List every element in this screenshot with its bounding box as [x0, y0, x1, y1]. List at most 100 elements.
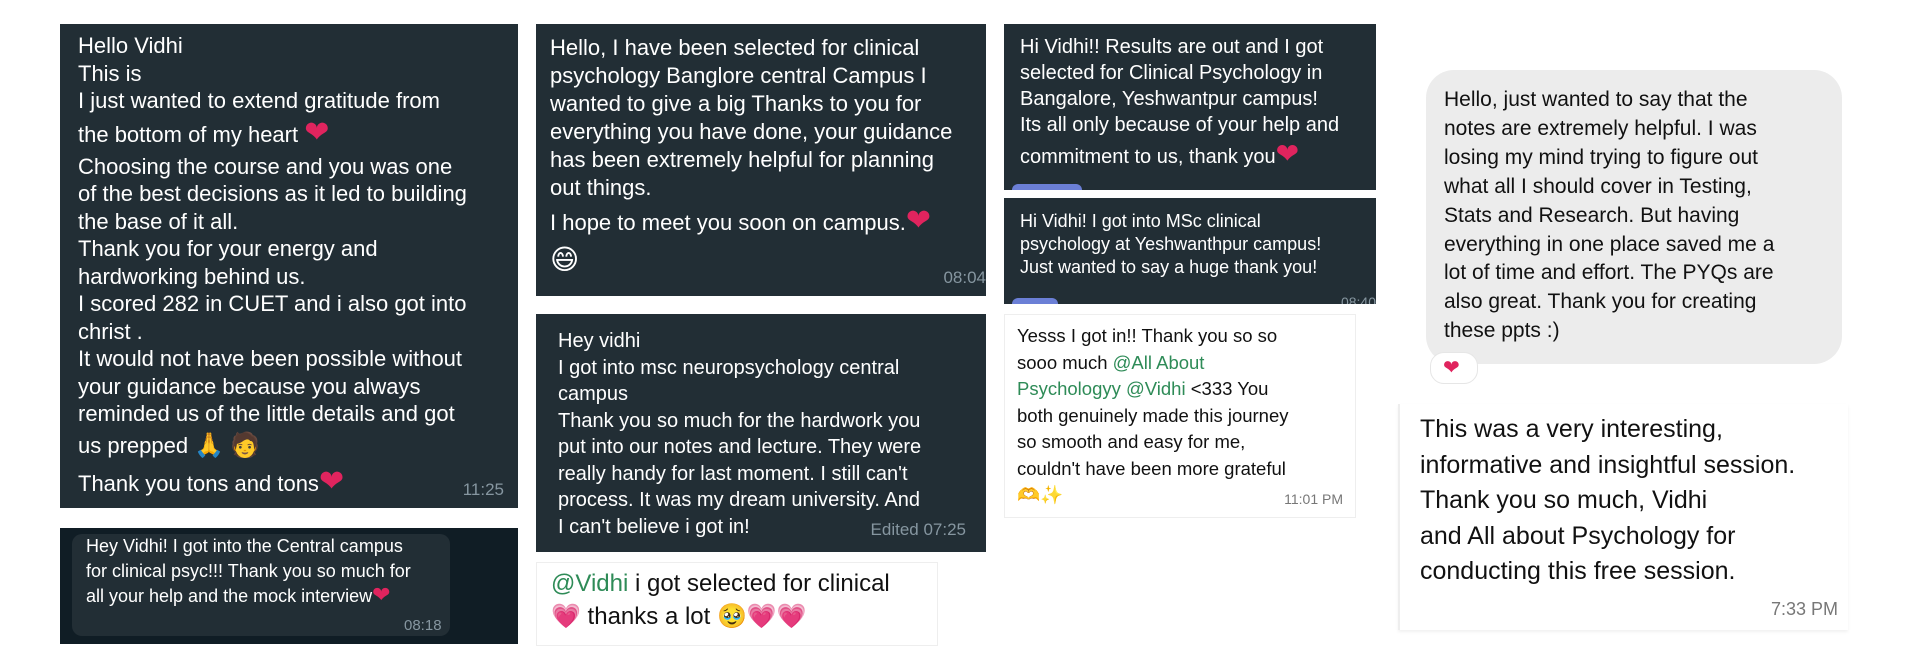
- grinning-face-icon: 😄: [550, 244, 580, 275]
- mention-link[interactable]: @All About: [1113, 352, 1205, 373]
- text-line: for clinical psyc!!! Thank you so much f…: [86, 560, 411, 581]
- text-line: It would not have been possible without: [78, 346, 463, 371]
- heart-icon: ❤: [318, 464, 345, 498]
- text-line: process. It was my dream university. And: [558, 489, 920, 511]
- text-line: i got selected for clinical: [628, 570, 890, 597]
- text-line: I got into msc neuropsychology central: [558, 356, 900, 379]
- pleading-face-icon: 🥹: [716, 603, 747, 630]
- text-line: Hey vidhi: [558, 330, 641, 352]
- message-text: Hi Vidhi! I got into MSc clinical psycho…: [1020, 210, 1321, 279]
- heart-hands-icon: 🫶: [1017, 484, 1041, 505]
- text-line: Hello Vidhi: [78, 33, 183, 58]
- text-line: Hi Vidhi! I got into MSc clinical: [1020, 211, 1261, 231]
- text-line: <333 You: [1185, 378, 1269, 399]
- text-line-wrap: all your help and the mock interview❤: [86, 582, 411, 609]
- message-card-7: Hi Vidhi! I got into MSc clinical psycho…: [1004, 198, 1376, 304]
- text-line: I just wanted to extend gratitude from: [78, 88, 440, 113]
- heart-icon: ❤: [905, 204, 932, 237]
- message-text: Yesss I got in!! Thank you so so sooo mu…: [1017, 323, 1289, 509]
- text-line-wrap: I hope to meet you soon on campus.❤: [550, 202, 952, 242]
- message-card-3: Hello, I have been selected for clinical…: [536, 24, 986, 296]
- message-card-9: Hello, just wanted to say that the notes…: [1426, 70, 1842, 364]
- message-card-4: Hey vidhi I got into msc neuropsychology…: [536, 314, 986, 552]
- timestamp: 11:25: [462, 480, 504, 499]
- heart-icon: 💗: [746, 603, 777, 630]
- text-line-wrap: the bottom of my heart ❤: [78, 115, 467, 153]
- message-text: Hello, I have been selected for clinical…: [550, 34, 952, 278]
- text-line: Hello, I have been selected for clinical: [550, 35, 920, 60]
- text-line: and All about Psychology for: [1420, 521, 1736, 550]
- message-text: Hello, just wanted to say that the notes…: [1444, 86, 1774, 346]
- text-line: put into our notes and lecture. They wer…: [558, 436, 922, 458]
- text-line-wrap: Thank you tons and tons❤: [78, 464, 467, 502]
- reaction-strip: [1012, 184, 1082, 190]
- heart-icon: ❤: [372, 582, 391, 607]
- timestamp: 08:18: [404, 617, 442, 634]
- text-line: campus: [558, 383, 629, 405]
- text-line: these ppts :): [1444, 319, 1560, 343]
- text-line: This was a very interesting,: [1420, 415, 1723, 443]
- text-line: Stats and Research. But having: [1444, 203, 1740, 227]
- text-line: Its all only because of your help and: [1020, 114, 1340, 136]
- text-line: I can't believe i got in!: [558, 515, 750, 538]
- text-line: has been extremely helpful for planning: [550, 147, 935, 172]
- text-line: Hello, just wanted to say that the: [1444, 88, 1748, 111]
- text-line: selected for Clinical Psychology in: [1020, 62, 1323, 84]
- praying-hands-icon: 🙏: [194, 431, 225, 459]
- text-line: Bangalore, Yeshwantpur campus!: [1020, 88, 1318, 110]
- message-card-2: Hey Vidhi! I got into the Central campus…: [60, 528, 518, 644]
- text-line: sooo much: [1017, 351, 1113, 373]
- message-card-6: Hi Vidhi!! Results are out and I got sel…: [1004, 24, 1376, 190]
- message-card-8: Yesss I got in!! Thank you so so sooo mu…: [1004, 314, 1356, 518]
- heart-icon: ❤: [1275, 138, 1300, 169]
- text-line: I hope to meet you soon on campus.: [550, 210, 906, 235]
- text-line: both genuinely made this journey: [1017, 404, 1289, 426]
- heart-icon: 💗: [551, 603, 581, 630]
- timestamp: 11:01 PM: [1284, 491, 1343, 507]
- text-line: Thank you so much for the hardwork you: [558, 409, 921, 432]
- sparkles-icon: ✨: [1040, 484, 1064, 505]
- heart-icon: 💗: [776, 603, 807, 630]
- text-line-wrap: commitment to us, thank you❤: [1020, 138, 1339, 173]
- text-line-wrap: @Vidhi i got selected for clinical: [551, 567, 890, 600]
- text-line: Just wanted to say a huge thank you!: [1020, 257, 1318, 277]
- text-line-wrap: sooo much @All About: [1017, 350, 1289, 377]
- heart-icon: ❤: [1443, 357, 1460, 379]
- text-line: reminded us of the little details and go…: [78, 401, 455, 426]
- text-line: so smooth and easy for me,: [1017, 431, 1246, 452]
- person-icon: 🧑: [230, 431, 261, 459]
- text-line: couldn't have been more grateful: [1017, 457, 1286, 479]
- mention-link[interactable]: Psychologyy: [1017, 378, 1121, 399]
- text-line: informative and insightful session.: [1420, 450, 1796, 479]
- text-line: christ .: [78, 318, 143, 344]
- text-line: lot of time and effort. The PYQs are: [1444, 261, 1774, 285]
- text-line: Thank you tons and tons: [78, 470, 319, 496]
- mention-link[interactable]: @Vidhi: [551, 570, 628, 597]
- text-line: really handy for last moment. I still ca…: [558, 462, 908, 485]
- text-line: out things.: [550, 175, 652, 200]
- text-line-wrap: 💗 thanks a lot 🥹💗💗: [551, 600, 890, 633]
- message-text: Hi Vidhi!! Results are out and I got sel…: [1020, 34, 1339, 173]
- text-line: Choosing the course and you was one: [78, 153, 453, 179]
- reaction-badge[interactable]: ❤: [1430, 352, 1478, 384]
- text-line: Hey Vidhi! I got into the Central campus: [86, 536, 403, 556]
- text-line: the base of it all.: [78, 208, 239, 234]
- reaction-strip: [1012, 298, 1058, 304]
- timestamp: 08:04: [943, 268, 986, 287]
- text-line: Hi Vidhi!! Results are out and I got: [1020, 36, 1324, 58]
- message-text: Hey Vidhi! I got into the Central campus…: [86, 534, 411, 609]
- message-card-1: Hello Vidhi This is I just wanted to ext…: [60, 24, 518, 508]
- text-line: losing my mind trying to figure out: [1444, 145, 1758, 169]
- text-line: commitment to us, thank you: [1020, 146, 1276, 168]
- message-card-5: @Vidhi i got selected for clinical 💗 tha…: [536, 562, 938, 646]
- text-line: also great. Thank you for creating: [1444, 290, 1757, 314]
- timestamp: Edited 07:25: [870, 520, 966, 539]
- text-line: everything in one place saved me a: [1444, 232, 1775, 256]
- text-line: Yesss I got in!! Thank you so so: [1017, 325, 1278, 346]
- text-line: what all I should cover in Testing,: [1444, 174, 1752, 198]
- text-line: This is: [78, 60, 142, 86]
- text-line: notes are extremely helpful. I was: [1444, 116, 1757, 140]
- mention-link[interactable]: @Vidhi: [1126, 378, 1186, 399]
- text-line: Thank you so much, Vidhi: [1420, 486, 1708, 514]
- message-text: Hello Vidhi This is I just wanted to ext…: [78, 32, 467, 502]
